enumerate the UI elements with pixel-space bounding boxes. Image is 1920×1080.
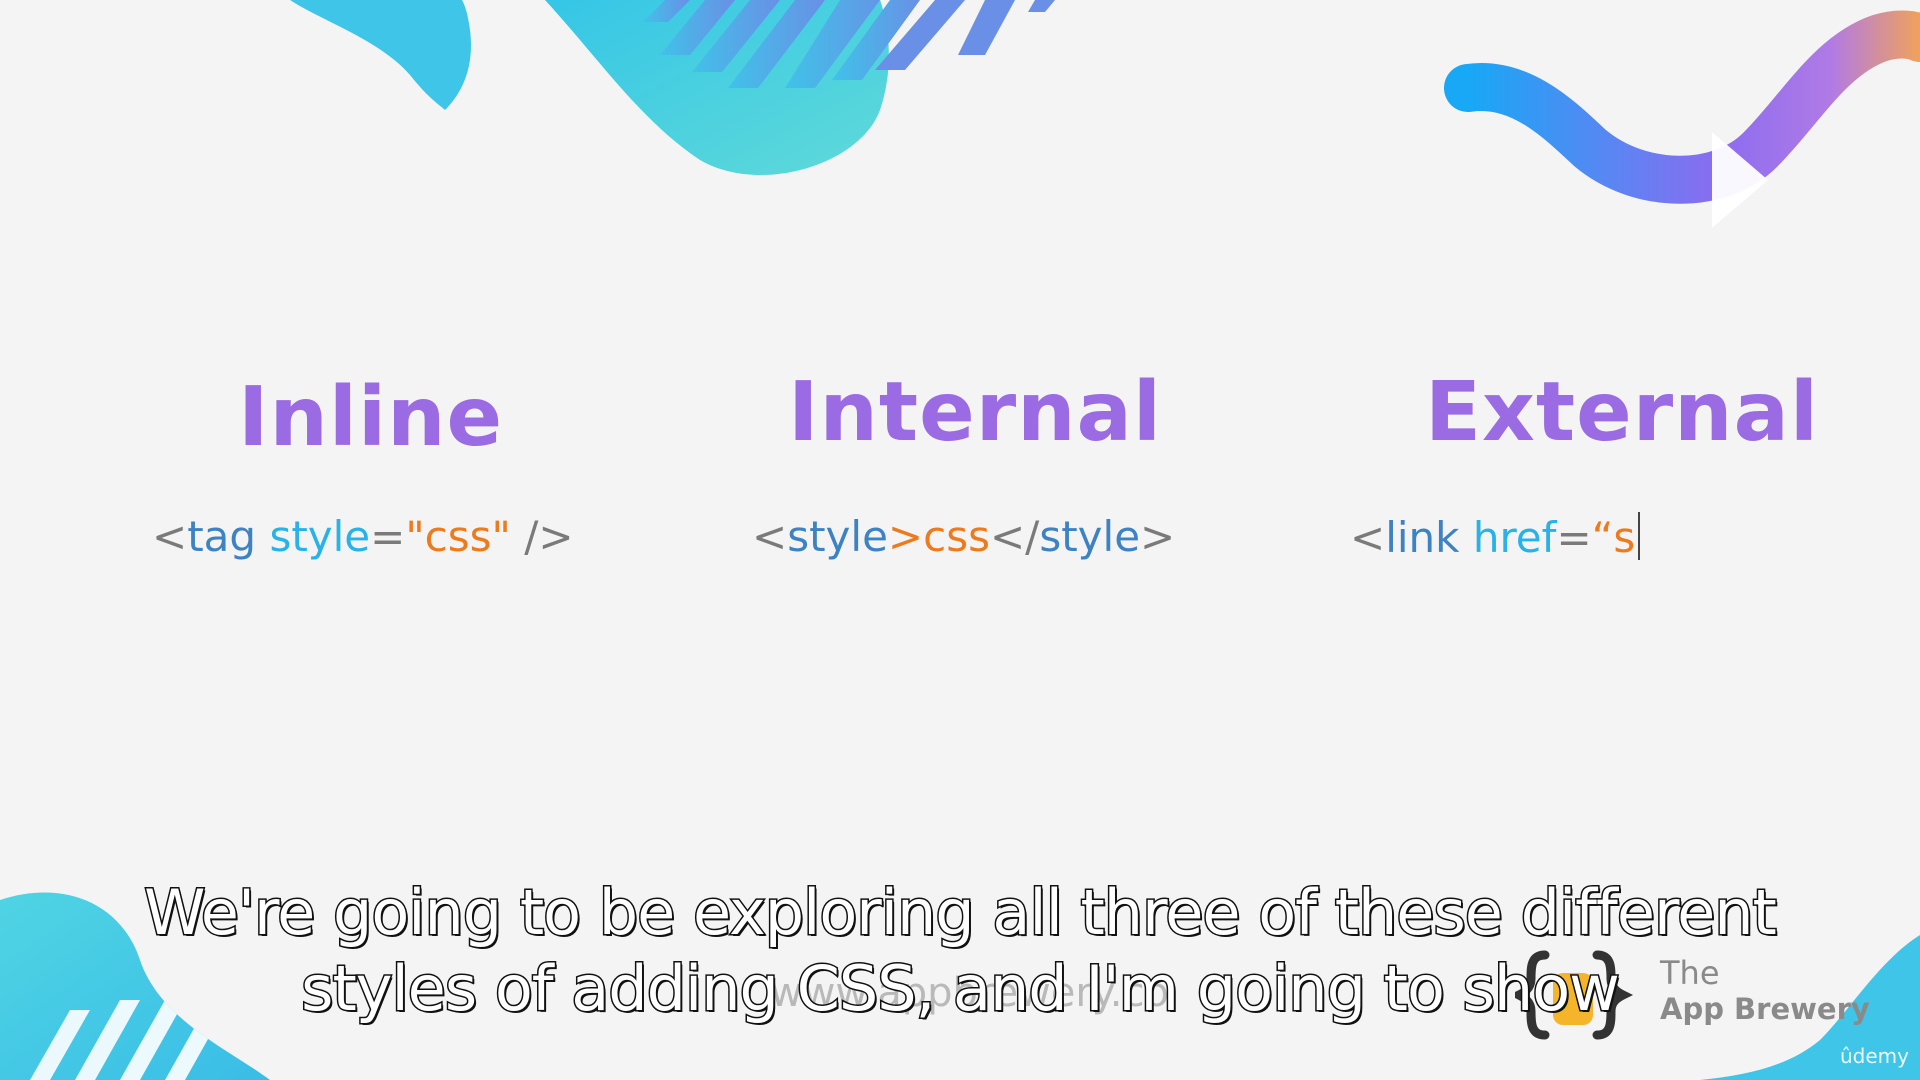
code-token-tag: style [787, 512, 888, 561]
code-token-css: css [923, 512, 990, 561]
subtitles: We're going to be exploring all three of… [0, 875, 1920, 1027]
heading-inline: Inline [238, 370, 504, 465]
code-token-angle: > [1140, 512, 1176, 561]
code-token-equals: = [1556, 513, 1592, 562]
code-inline-example: <tag style="css" /> [152, 512, 574, 561]
code-token-angle: < [152, 512, 188, 561]
heading-external: External [1425, 365, 1819, 460]
code-token-attribute: style [269, 512, 371, 561]
code-token-tag: tag [187, 512, 257, 561]
code-external-example: <link href=“s [1350, 512, 1641, 562]
code-token-tag: link [1385, 513, 1460, 562]
code-token-string: "css" [405, 512, 511, 561]
code-internal-example: <style>css</style> [752, 512, 1175, 561]
code-token-angle: </ [989, 512, 1040, 561]
code-token-angle: > [887, 512, 924, 561]
code-token-attribute: href [1472, 513, 1557, 562]
heading-internal: Internal [788, 365, 1162, 460]
subtitle-line-1: We're going to be exploring all three of… [143, 875, 1779, 951]
text-cursor [1638, 512, 1641, 560]
video-frame: Inline Internal External <tag style="css… [0, 0, 1920, 1080]
code-token-angle: < [752, 512, 788, 561]
code-token-close: /> [510, 512, 574, 561]
code-token-tag: style [1039, 512, 1141, 561]
code-token-angle: < [1350, 513, 1386, 562]
code-token-string: “s [1591, 513, 1636, 562]
code-token-equals: = [370, 512, 406, 561]
subtitle-line-2: styles of adding CSS, and I'm going to s… [300, 951, 1622, 1027]
platform-logo: ûdemy [1840, 1044, 1909, 1068]
play-icon[interactable] [1712, 132, 1768, 228]
